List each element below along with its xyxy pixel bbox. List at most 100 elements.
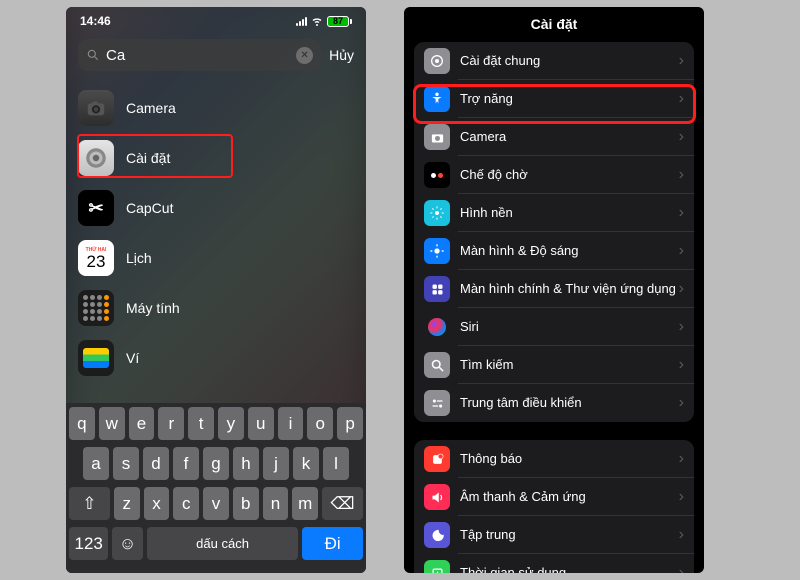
camera-icon [78, 90, 114, 126]
key-w[interactable]: w [99, 407, 125, 440]
result-label: Máy tính [126, 300, 180, 316]
key-l[interactable]: l [323, 447, 349, 480]
settings-row-screentime[interactable]: Thời gian sử dụng› [414, 554, 694, 573]
settings-row-focus[interactable]: Tập trung› [414, 516, 694, 554]
chevron-right-icon: › [679, 526, 684, 544]
key-y[interactable]: y [218, 407, 244, 440]
chevron-right-icon: › [679, 318, 684, 336]
chevron-right-icon: › [679, 356, 684, 374]
key-a[interactable]: a [83, 447, 109, 480]
search-header: Ca ✕ Hủy [66, 35, 366, 77]
key-h[interactable]: h [233, 447, 259, 480]
search-icon [424, 352, 450, 378]
cellular-icon [296, 16, 307, 26]
numbers-key[interactable]: 123 [69, 527, 108, 560]
row-label: Âm thanh & Cảm ứng [460, 489, 679, 505]
settings-row-wallpaper[interactable]: Hình nền› [414, 194, 694, 232]
settings-row-camera[interactable]: Camera› [414, 118, 694, 156]
result-label: Lịch [126, 250, 152, 266]
settings-row-access[interactable]: Trợ năng› [414, 80, 694, 118]
key-o[interactable]: o [307, 407, 333, 440]
search-result-wallet[interactable]: Ví [76, 333, 356, 383]
settings-group: Thông báo›Âm thanh & Cảm ứng›Tập trung›T… [414, 440, 694, 573]
settings-row-siri[interactable]: Siri› [414, 308, 694, 346]
key-g[interactable]: g [203, 447, 229, 480]
row-label: Thời gian sử dụng [460, 565, 679, 573]
key-k[interactable]: k [293, 447, 319, 480]
row-label: Hình nền [460, 205, 679, 221]
key-p[interactable]: p [337, 407, 363, 440]
brightness-icon [424, 238, 450, 264]
row-label: Trợ năng [460, 91, 679, 107]
sound-icon [424, 484, 450, 510]
space-key[interactable]: dấu cách [147, 527, 299, 560]
go-key[interactable]: Đi [302, 527, 363, 560]
gear-icon [424, 48, 450, 74]
search-result-cal[interactable]: THỨ HAI23 Lịch [76, 233, 356, 283]
settings-row-search[interactable]: Tìm kiếm› [414, 346, 694, 384]
cal-icon: THỨ HAI23 [78, 240, 114, 276]
settings-icon [78, 140, 114, 176]
key-n[interactable]: n [263, 487, 289, 520]
keyboard: qwertyuiop asdfghjkl ⇧ zxcvbnm ⌫ 123 ☺ d… [66, 403, 366, 573]
wallpaper-icon [424, 200, 450, 226]
clock: 14:46 [80, 14, 111, 28]
settings-row-control[interactable]: Trung tâm điều khiển› [414, 384, 694, 422]
capcut-icon: ✂ [78, 190, 114, 226]
notif-icon [424, 446, 450, 472]
search-result-settings[interactable]: Cài đặt [76, 133, 356, 183]
search-input[interactable]: Ca ✕ [78, 39, 321, 71]
search-result-camera[interactable]: Camera [76, 83, 356, 133]
settings-row-sound[interactable]: Âm thanh & Cảm ứng› [414, 478, 694, 516]
settings-row-standby[interactable]: Chế độ chờ› [414, 156, 694, 194]
home-icon [424, 276, 450, 302]
search-result-capcut[interactable]: ✂CapCut [76, 183, 356, 233]
shift-key[interactable]: ⇧ [69, 487, 110, 520]
chevron-right-icon: › [679, 280, 684, 298]
key-v[interactable]: v [203, 487, 229, 520]
row-label: Màn hình & Độ sáng [460, 243, 679, 259]
siri-icon [424, 314, 450, 340]
status-bar: 14:46 87 [66, 7, 366, 35]
key-c[interactable]: c [173, 487, 199, 520]
key-d[interactable]: d [143, 447, 169, 480]
row-label: Tập trung [460, 527, 679, 543]
row-label: Tìm kiếm [460, 357, 679, 373]
key-z[interactable]: z [114, 487, 140, 520]
clear-icon[interactable]: ✕ [296, 47, 313, 64]
backspace-key[interactable]: ⌫ [322, 487, 363, 520]
settings-list: Cài đặt chung›Trợ năng›Camera›Chế độ chờ… [404, 42, 704, 573]
settings-row-gear[interactable]: Cài đặt chung› [414, 42, 694, 80]
phone-settings: Cài đặt Cài đặt chung›Trợ năng›Camera›Ch… [404, 7, 704, 573]
cancel-button[interactable]: Hủy [329, 47, 354, 63]
result-label: Camera [126, 100, 176, 116]
screentime-icon [424, 560, 450, 573]
focus-icon [424, 522, 450, 548]
control-icon [424, 390, 450, 416]
key-r[interactable]: r [158, 407, 184, 440]
row-label: Cài đặt chung [460, 53, 679, 69]
key-q[interactable]: q [69, 407, 95, 440]
wallet-icon [78, 340, 114, 376]
search-results: Camera Cài đặt ✂CapCut THỨ HAI23 Lịch Máy tín… [66, 77, 366, 389]
settings-row-notif[interactable]: Thông báo› [414, 440, 694, 478]
key-b[interactable]: b [233, 487, 259, 520]
settings-row-home[interactable]: Màn hình chính & Thư viện ứng dụng› [414, 270, 694, 308]
key-i[interactable]: i [278, 407, 304, 440]
key-f[interactable]: f [173, 447, 199, 480]
result-label: Cài đặt [126, 150, 170, 166]
emoji-key[interactable]: ☺ [112, 527, 142, 560]
key-u[interactable]: u [248, 407, 274, 440]
search-result-calc[interactable]: Máy tính [76, 283, 356, 333]
key-s[interactable]: s [113, 447, 139, 480]
search-value: Ca [100, 47, 296, 64]
key-x[interactable]: x [144, 487, 170, 520]
row-label: Màn hình chính & Thư viện ứng dụng [460, 281, 679, 297]
phone-spotlight: 14:46 87 Ca ✕ Hủy CameraCài đặt✂CapCutTH… [66, 7, 366, 573]
key-m[interactable]: m [292, 487, 318, 520]
key-e[interactable]: e [129, 407, 155, 440]
key-t[interactable]: t [188, 407, 214, 440]
key-j[interactable]: j [263, 447, 289, 480]
chevron-right-icon: › [679, 450, 684, 468]
settings-row-brightness[interactable]: Màn hình & Độ sáng› [414, 232, 694, 270]
